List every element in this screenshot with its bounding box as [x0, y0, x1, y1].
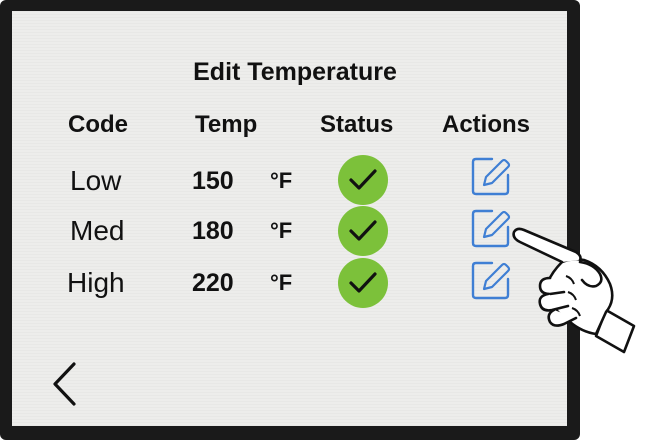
column-header-code: Code — [68, 111, 128, 138]
page-title: Edit Temperature — [193, 58, 397, 86]
row-temp-value: 220 — [192, 269, 234, 297]
row-temp-value: 150 — [192, 167, 234, 195]
row-temp-unit: °F — [270, 270, 293, 295]
row-temp-unit: °F — [270, 168, 293, 193]
edit-button-low[interactable] — [470, 155, 512, 197]
row-code: Low — [70, 165, 122, 196]
edit-button-med[interactable] — [470, 207, 512, 249]
row-temp-unit: °F — [270, 218, 293, 243]
status-ok-badge — [338, 258, 388, 308]
back-button[interactable] — [50, 361, 80, 407]
row-code: Med — [70, 215, 125, 246]
check-icon — [349, 169, 377, 190]
status-ok-badge — [338, 155, 388, 205]
row-code: High — [67, 267, 125, 298]
status-ok-badge — [338, 206, 388, 256]
edit-icon — [471, 261, 511, 300]
edit-button-high[interactable] — [470, 259, 512, 301]
check-icon — [349, 272, 377, 293]
check-icon — [349, 220, 377, 241]
column-header-temp: Temp — [195, 111, 258, 138]
pointing-hand-icon — [512, 227, 636, 354]
row-temp-value: 180 — [192, 217, 234, 245]
edit-icon — [471, 209, 511, 248]
column-header-status: Status — [320, 111, 394, 138]
edit-icon — [471, 157, 511, 196]
screen: Edit Temperature Code Temp Status Action… — [12, 11, 567, 426]
column-header-actions: Actions — [442, 111, 531, 138]
chevron-left-icon — [53, 362, 76, 406]
